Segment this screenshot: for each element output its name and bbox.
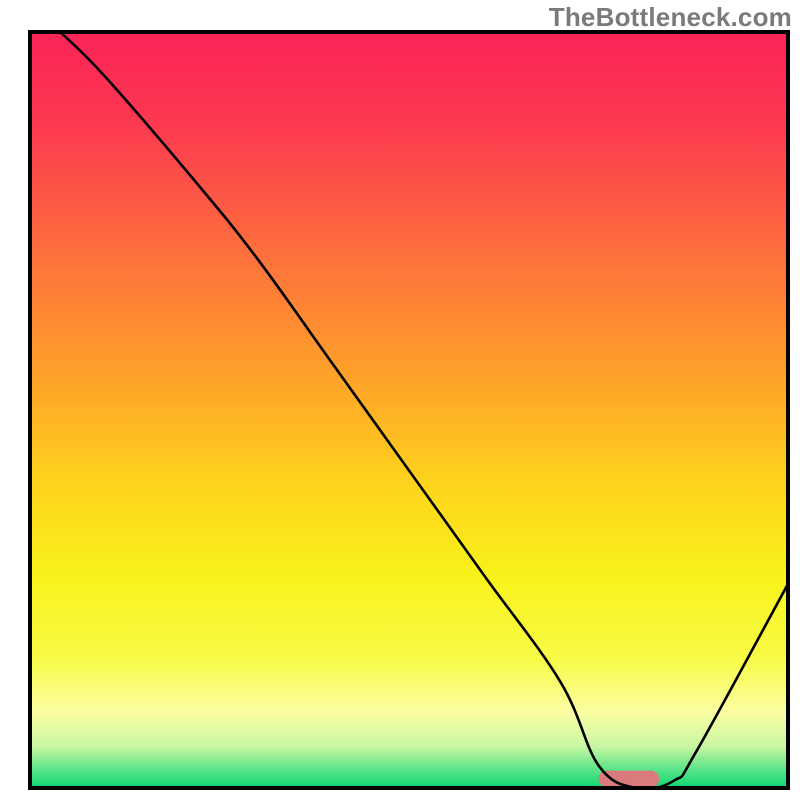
optimal-range-marker [599,771,660,788]
bottleneck-chart [0,0,800,800]
plot-background [30,32,788,788]
watermark-text: TheBottleneck.com [549,2,792,33]
